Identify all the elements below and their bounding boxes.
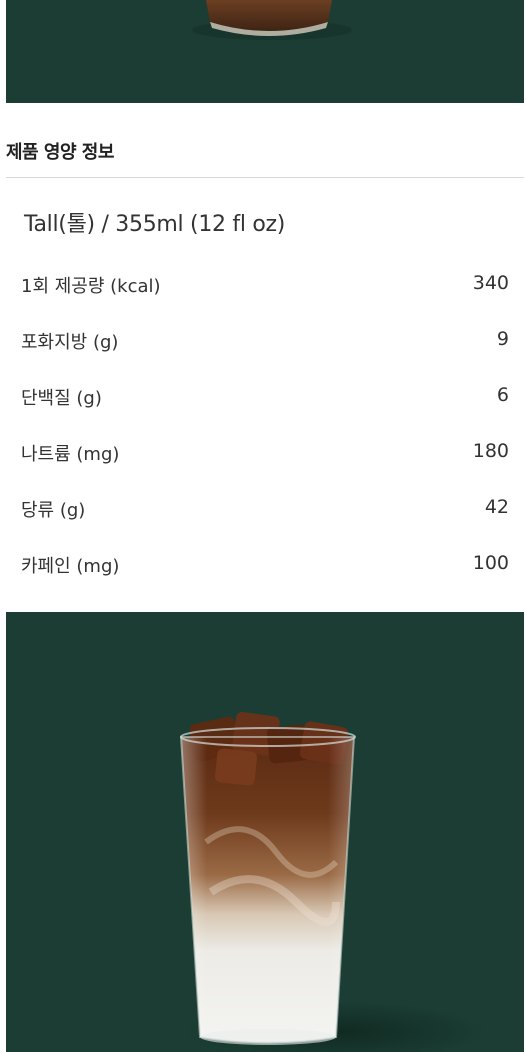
nutrition-row: 카페인 (mg) 100 (0, 536, 526, 592)
nutrition-value: 340 (472, 272, 509, 294)
nutrition-value: 100 (472, 552, 509, 574)
nutrition-row: 포화지방 (g) 9 (0, 312, 526, 368)
drink-glass-bottom-image (192, 0, 352, 40)
nutrition-table: 1회 제공량 (kcal) 340 포화지방 (g) 9 단백질 (g) 6 나… (0, 256, 526, 592)
divider (6, 177, 524, 178)
nutrition-value: 6 (496, 384, 509, 406)
serving-size-label: Tall(톨) / 355ml (12 fl oz) (24, 212, 286, 237)
nutrition-row: 나트륨 (mg) 180 (0, 424, 526, 480)
nutrition-label: 단백질 (g) (21, 388, 102, 409)
nutrition-label: 포화지방 (g) (21, 332, 119, 353)
product-image (6, 612, 524, 1052)
nutrition-row: 1회 제공량 (kcal) 340 (0, 256, 526, 312)
product-image-top (6, 0, 524, 103)
nutrition-value: 42 (484, 496, 509, 518)
iced-latte-glass-image (179, 711, 486, 1052)
nutrition-label: 카페인 (mg) (21, 556, 120, 577)
nutrition-row: 단백질 (g) 6 (0, 368, 526, 424)
nutrition-value: 180 (472, 440, 509, 462)
nutrition-label: 1회 제공량 (kcal) (21, 276, 161, 297)
nutrition-label: 나트륨 (mg) (21, 444, 120, 465)
nutrition-row: 당류 (g) 42 (0, 480, 526, 536)
nutrition-label: 당류 (g) (21, 500, 86, 521)
nutrition-value: 9 (496, 328, 509, 350)
section-title: 제품 영양 정보 (6, 142, 114, 163)
